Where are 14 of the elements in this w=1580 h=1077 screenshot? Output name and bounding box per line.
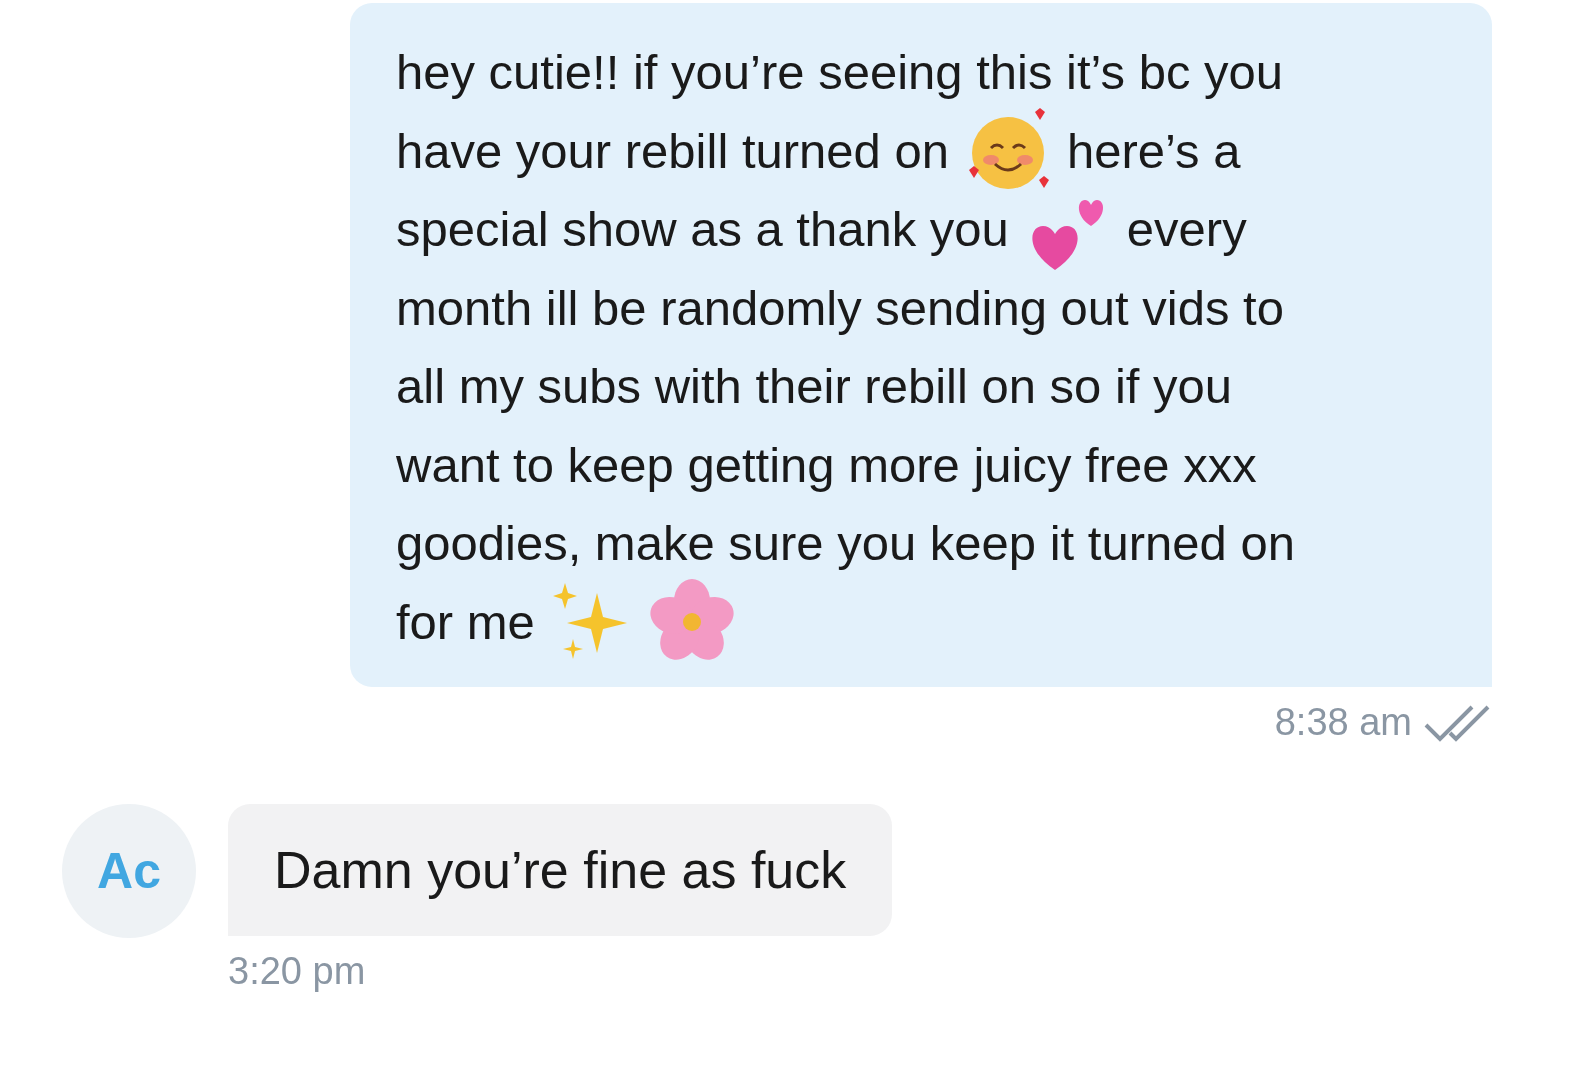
message-text: every: [1126, 201, 1247, 258]
message-time: 8:38 am: [1274, 701, 1412, 744]
message-time: 3:20 pm: [228, 950, 367, 993]
message-text: want to keep getting more juicy free xxx: [396, 436, 1257, 493]
message-text: month ill be randomly sending out vids to: [396, 279, 1284, 336]
message-text: for me: [396, 593, 535, 650]
message-text: have your rebill turned on: [396, 122, 949, 179]
message-text: here’s a: [1066, 122, 1241, 179]
message-text: goodies, make sure you keep it turned on: [396, 515, 1295, 572]
message-text: all my subs with their rebill on so if you: [396, 358, 1233, 415]
message-bubble: Damn you’re fine as fuck: [228, 804, 893, 936]
avatar[interactable]: Ac: [62, 804, 196, 938]
message-text: hey cutie!! if you’re seeing this it’s bc you: [396, 44, 1283, 101]
message-text: special show as a thank you: [396, 201, 1009, 258]
